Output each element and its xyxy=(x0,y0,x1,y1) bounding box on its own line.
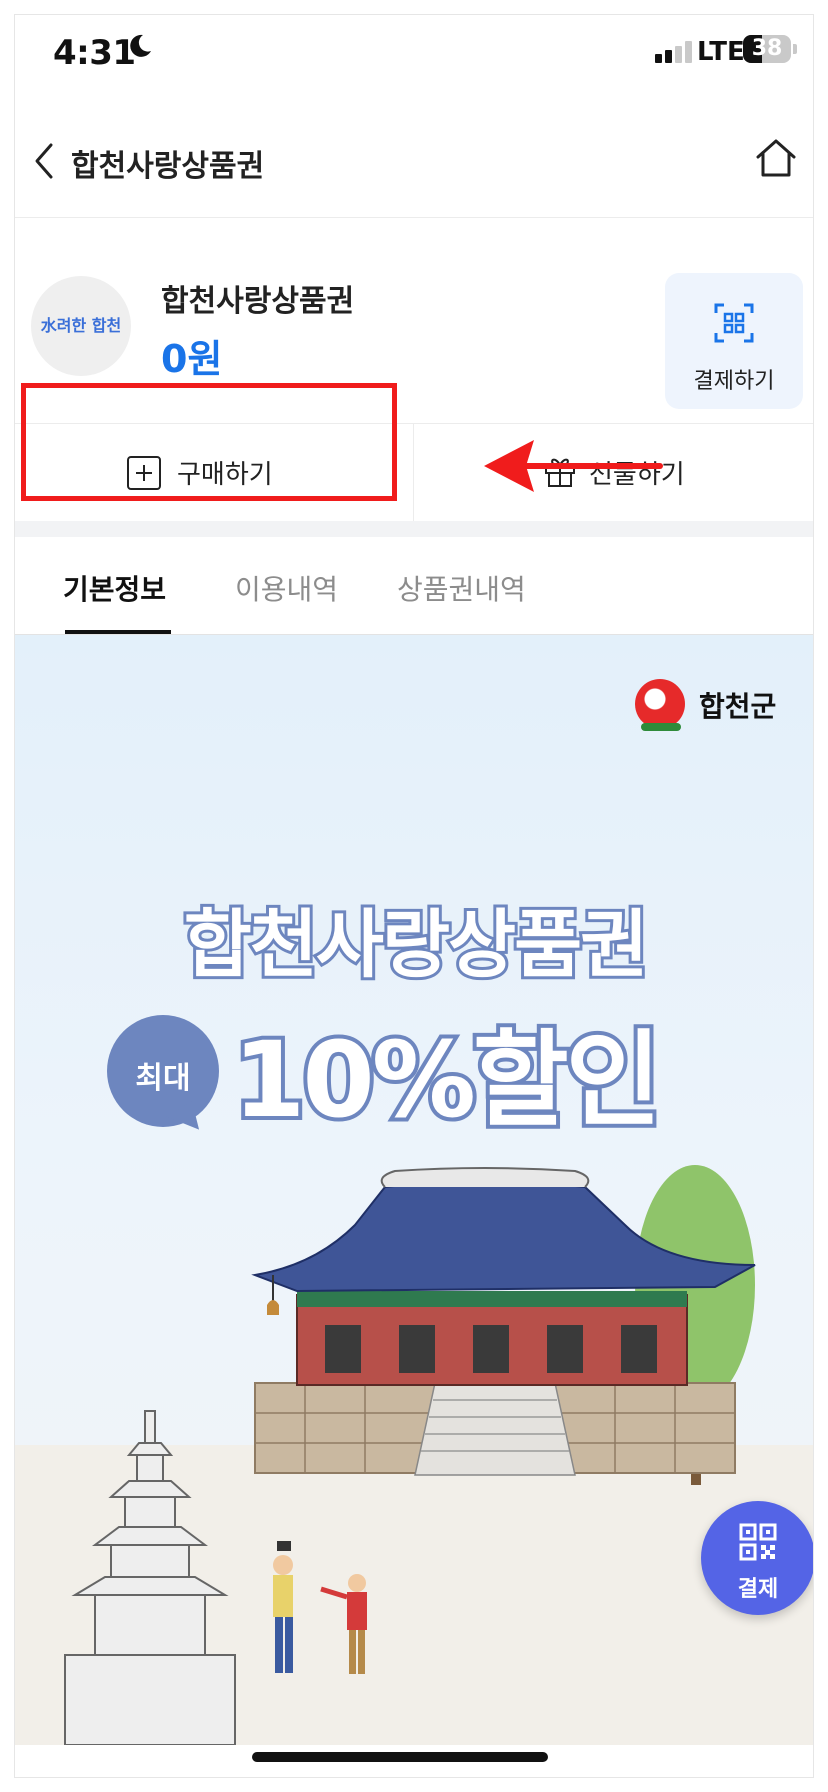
bubble-text: 최대 xyxy=(135,1061,191,1096)
voucher-name: 합천사랑상품권 xyxy=(161,284,355,319)
temple-illustration xyxy=(15,1165,813,1745)
tab-basic-info[interactable]: 기본정보 xyxy=(63,568,166,608)
active-tab-indicator xyxy=(65,630,171,634)
moon-icon xyxy=(130,34,151,57)
annotation-highlight-box xyxy=(21,383,397,501)
voucher-balance: 0원 xyxy=(161,337,223,381)
gift-button[interactable]: 선물하기 xyxy=(415,424,813,522)
logo-text: 水려한 합천 xyxy=(40,316,122,335)
hapcheon-logo: 水려한 합천 xyxy=(31,276,131,376)
back-arrow-icon[interactable] xyxy=(25,131,65,191)
nav-bar: 합천사랑상품권 xyxy=(15,105,813,218)
status-time: 4:31 xyxy=(53,33,136,73)
tab-bar: 기본정보 이용내역 상품권내역 xyxy=(15,538,813,635)
status-bar: 4:31 LTE 38 xyxy=(15,15,813,105)
network-type: LTE xyxy=(697,37,745,67)
promo-banner[interactable]: 합천군 합천사랑상품권 최대 10%할인 xyxy=(15,635,813,1745)
tab-voucher-history[interactable]: 상품권내역 xyxy=(397,568,526,608)
gift-label: 선물하기 xyxy=(589,460,685,490)
battery-cap xyxy=(793,44,797,54)
qr-scan-icon xyxy=(714,303,754,343)
floating-pay-button[interactable]: 결제 xyxy=(701,1501,813,1615)
qr-code-icon xyxy=(739,1523,777,1561)
gift-icon xyxy=(545,458,575,487)
page-title: 합천사랑상품권 xyxy=(71,149,265,184)
battery-icon: 38 xyxy=(743,35,791,63)
pay-button[interactable]: 결제하기 xyxy=(665,273,803,409)
tab-usage-history[interactable]: 이용내역 xyxy=(235,568,338,608)
home-indicator xyxy=(252,1752,548,1762)
fab-label: 결제 xyxy=(737,1577,779,1602)
app-frame: 4:31 LTE 38 합천사랑상품권 水려한 합천 합천사랑상품권 0원 결제… xyxy=(14,14,814,1778)
section-divider xyxy=(15,521,813,537)
county-emblem-icon xyxy=(635,679,685,731)
battery-level: 38 xyxy=(751,36,783,61)
pay-button-label: 결제하기 xyxy=(693,369,775,394)
home-icon[interactable] xyxy=(753,135,799,181)
banner-headline: 합천사랑상품권 xyxy=(181,899,652,991)
speech-bubble: 최대 xyxy=(107,1015,219,1127)
county-name: 합천군 xyxy=(699,690,777,723)
